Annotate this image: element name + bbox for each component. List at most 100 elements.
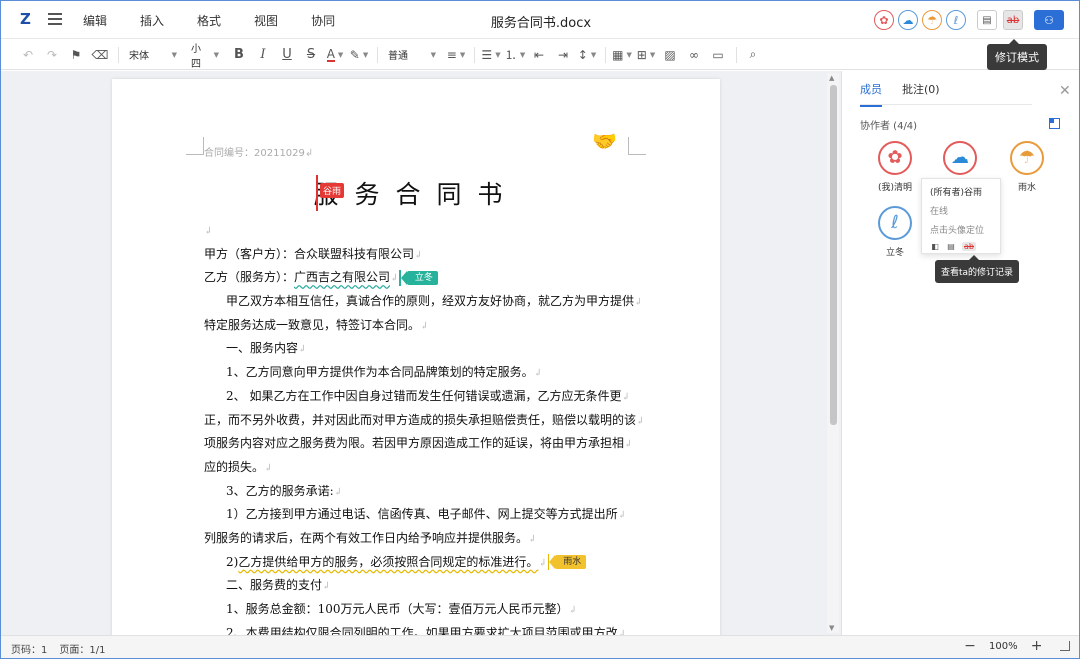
umbrella-icon[interactable]: ☂	[1010, 141, 1044, 175]
revision-text[interactable]: 广西吉之有限公司	[294, 270, 390, 284]
document-line[interactable]: 甲乙双方本相互信任，真诚合作的原则，经双方友好协商，就乙方为甲方提供↲	[204, 290, 642, 314]
popup-hint: 点击头像定位	[930, 226, 985, 236]
menu-collab[interactable]: 协同	[311, 12, 335, 29]
top-right-actions: ▤ ab ⚇	[977, 10, 1064, 30]
menu-format[interactable]: 格式	[197, 12, 221, 29]
undo-icon[interactable]: ↶	[17, 44, 39, 66]
document-canvas[interactable]: 合同编号：20211029↲ 🤝 服务合同书 谷雨 ↲ 甲方（客户方）：合众联盟科…	[1, 71, 841, 635]
paragraph-style-select[interactable]: 普通 ▼	[383, 43, 441, 66]
cloud-rain-icon[interactable]: ☁	[943, 141, 977, 175]
align-icon[interactable]: ≡ ▼	[445, 44, 467, 66]
heading-text: 服务合同书	[313, 180, 519, 209]
close-icon[interactable]: ✕	[1059, 83, 1071, 99]
menu-insert[interactable]: 插入	[140, 12, 164, 29]
app-logo[interactable]: Z	[20, 11, 36, 27]
revision-history-icon[interactable]: ab	[962, 242, 976, 251]
paragraph-mark: ↲	[621, 391, 630, 403]
line-text: 1）乙方接到甲方通过电话、信函传真、电子邮件、网上提交等方式提出所	[226, 507, 618, 522]
border-icon[interactable]: ▦ ▼	[611, 44, 633, 66]
revision-text[interactable]: 乙方提供给甲方的服务，必须按照合同规定的标准进行。	[238, 555, 538, 569]
hamburger-menu-icon[interactable]	[48, 13, 62, 25]
document-line[interactable]: 一、服务内容↲	[204, 337, 634, 361]
zoom-in-button[interactable]: +	[1028, 638, 1046, 654]
document-line[interactable]: 2、 如果乙方在工作中因自身过错而发生任何错误或遗漏，乙方应无条件更↲	[204, 385, 634, 409]
paragraph-mark: ↲	[333, 486, 343, 498]
document-line[interactable]: 2、本费用结构仅限合同列明的工作。如果甲方要求扩大项目范围或甲方改↲	[204, 622, 634, 635]
document-line[interactable]: 应的损失。↲	[204, 456, 634, 480]
document-line[interactable]: 1、服务总金额：100万元人民币（大写：壹佰万元人民币元整）↲	[204, 598, 634, 622]
highlight-button[interactable]: ✎ ▼	[348, 44, 370, 66]
document-line[interactable]: 项服务内容对应之服务费为限。若因甲方原因造成工作的延误，将由甲方承担相↲	[204, 432, 634, 456]
thermometer-icon[interactable]: ℓ	[878, 206, 912, 240]
document-line[interactable]: 特定服务达成一致意见，特签订本合同。↲	[204, 314, 634, 338]
member-qingming[interactable]: ✿ (我)清明	[865, 141, 925, 193]
document-title[interactable]: 服务合同书.docx	[491, 16, 591, 31]
menu-edit[interactable]: 编辑	[83, 12, 107, 29]
table-icon[interactable]: ⊞ ▼	[635, 44, 657, 66]
member-guyu[interactable]: ☁	[930, 141, 990, 180]
menu-view[interactable]: 视图	[254, 12, 278, 29]
font-color-button[interactable]: A ▼	[324, 44, 346, 66]
link-icon[interactable]: ∞	[683, 44, 705, 66]
scroll-down-icon[interactable]: ▼	[829, 624, 834, 632]
font-size-select[interactable]: 小四 ▼	[186, 43, 224, 70]
zoom-level[interactable]: 100%	[989, 641, 1018, 652]
document-line[interactable]: 1、乙方同意向甲方提供作为本合同品牌策划的特定服务。↲	[204, 361, 634, 385]
chevron-down-icon: ▼	[337, 50, 344, 59]
flower-icon[interactable]: ✿	[874, 10, 894, 30]
document-heading: 服务合同书	[112, 175, 720, 211]
line-text: 2、 如果乙方在工作中因自身过错而发生任何错误或遗漏，乙方应无条件更	[226, 388, 622, 403]
document-body[interactable]: ↲ 甲方（客户方）：合众联盟科技有限公司↲ 乙方（服务方）：广西吉之有限公司↲ 立冬甲…	[204, 219, 644, 635]
online-avatars: ✿ ☁ ☂ ℓ	[874, 10, 966, 30]
comment-icon[interactable]: ▤	[946, 242, 956, 251]
comment-insert-icon[interactable]: ▭	[707, 44, 729, 66]
revision-mode-button[interactable]: ab	[1003, 10, 1023, 30]
fullscreen-icon[interactable]	[1059, 641, 1070, 651]
image-icon[interactable]: ▨	[659, 44, 681, 66]
thermometer-icon[interactable]: ℓ	[946, 10, 966, 30]
font-family-select[interactable]: 宋体 ▼	[124, 43, 182, 66]
tabs-divider	[860, 104, 1032, 105]
document-line[interactable]: 乙方（服务方）：广西吉之有限公司↲ 立冬	[204, 266, 634, 290]
cloud-rain-icon[interactable]: ☁	[898, 10, 918, 30]
strikethrough-button[interactable]: S	[300, 44, 322, 66]
bullet-list-icon[interactable]: ☰ ▼	[480, 44, 502, 66]
chevron-down-icon: ▼	[626, 50, 632, 59]
flower-icon[interactable]: ✿	[878, 141, 912, 175]
collaboration-panel: 成员 批注(0) ✕ 协作者 (4/4) ✿ (我)清明 ☁ ☂ 雨水 ℓ 立冬…	[841, 71, 1079, 635]
clear-format-icon[interactable]: ⌫	[89, 44, 111, 66]
line-spacing-icon[interactable]: ↕ ▼	[576, 44, 598, 66]
redo-icon[interactable]: ↷	[41, 44, 63, 66]
member-yushui[interactable]: ☂ 雨水	[997, 141, 1057, 193]
underline-button[interactable]: U	[276, 44, 298, 66]
format-painter-icon[interactable]: ⚑	[65, 44, 87, 66]
outdent-icon[interactable]: ⇤	[528, 44, 550, 66]
layout-toggle-icon[interactable]	[1049, 118, 1060, 129]
bold-button[interactable]: B	[228, 44, 250, 66]
document-line[interactable]: 2)乙方提供给甲方的服务，必须按照合同规定的标准进行。↲ 雨水	[204, 551, 634, 575]
document-line[interactable]: 3、乙方的服务承诺:↲	[204, 480, 634, 504]
document-line[interactable]: 甲方（客户方）：合众联盟科技有限公司↲	[204, 243, 634, 267]
member-lidong[interactable]: ℓ 立冬	[865, 206, 925, 258]
share-users-button[interactable]: ⚇	[1034, 10, 1064, 30]
italic-button[interactable]: I	[252, 44, 274, 66]
vertical-scrollbar[interactable]: ▲ ▼	[827, 73, 839, 633]
locate-icon[interactable]: ◧	[930, 242, 940, 251]
document-line[interactable]: 列服务的请求后，在两个有效工作日内给予响应并提供服务。↲	[204, 527, 634, 551]
search-icon[interactable]: ⌕	[742, 44, 764, 66]
numbered-list-icon[interactable]: ⒈ ▼	[504, 44, 526, 66]
document-line[interactable]: 正，而不另外收费，并对因此而对甲方造成的损失承担赔偿责任，赔偿以载明的该↲	[204, 409, 644, 433]
comment-icon[interactable]: ▤	[977, 10, 997, 30]
zoom-out-button[interactable]: −	[961, 638, 979, 654]
document-line[interactable]: ↲	[204, 219, 634, 243]
member-popup: (所有者)谷雨 在线 点击头像定位 ◧ ▤ ab	[921, 178, 1001, 254]
paragraph-mark: ↲	[322, 581, 331, 593]
document-line[interactable]: 二、服务费的支付↲	[204, 574, 634, 598]
indent-icon[interactable]: ⇥	[552, 44, 574, 66]
document-line[interactable]: 1）乙方接到甲方通过电话、信函传真、电子邮件、网上提交等方式提出所↲	[204, 503, 634, 527]
scroll-up-icon[interactable]: ▲	[829, 74, 834, 82]
paragraph-mark: ↲	[298, 344, 307, 356]
umbrella-icon[interactable]: ☂	[922, 10, 942, 30]
scroll-thumb[interactable]	[830, 85, 837, 425]
document-page[interactable]: 合同编号：20211029↲ 🤝 服务合同书 谷雨 ↲ 甲方（客户方）：合众联盟科…	[112, 79, 720, 635]
